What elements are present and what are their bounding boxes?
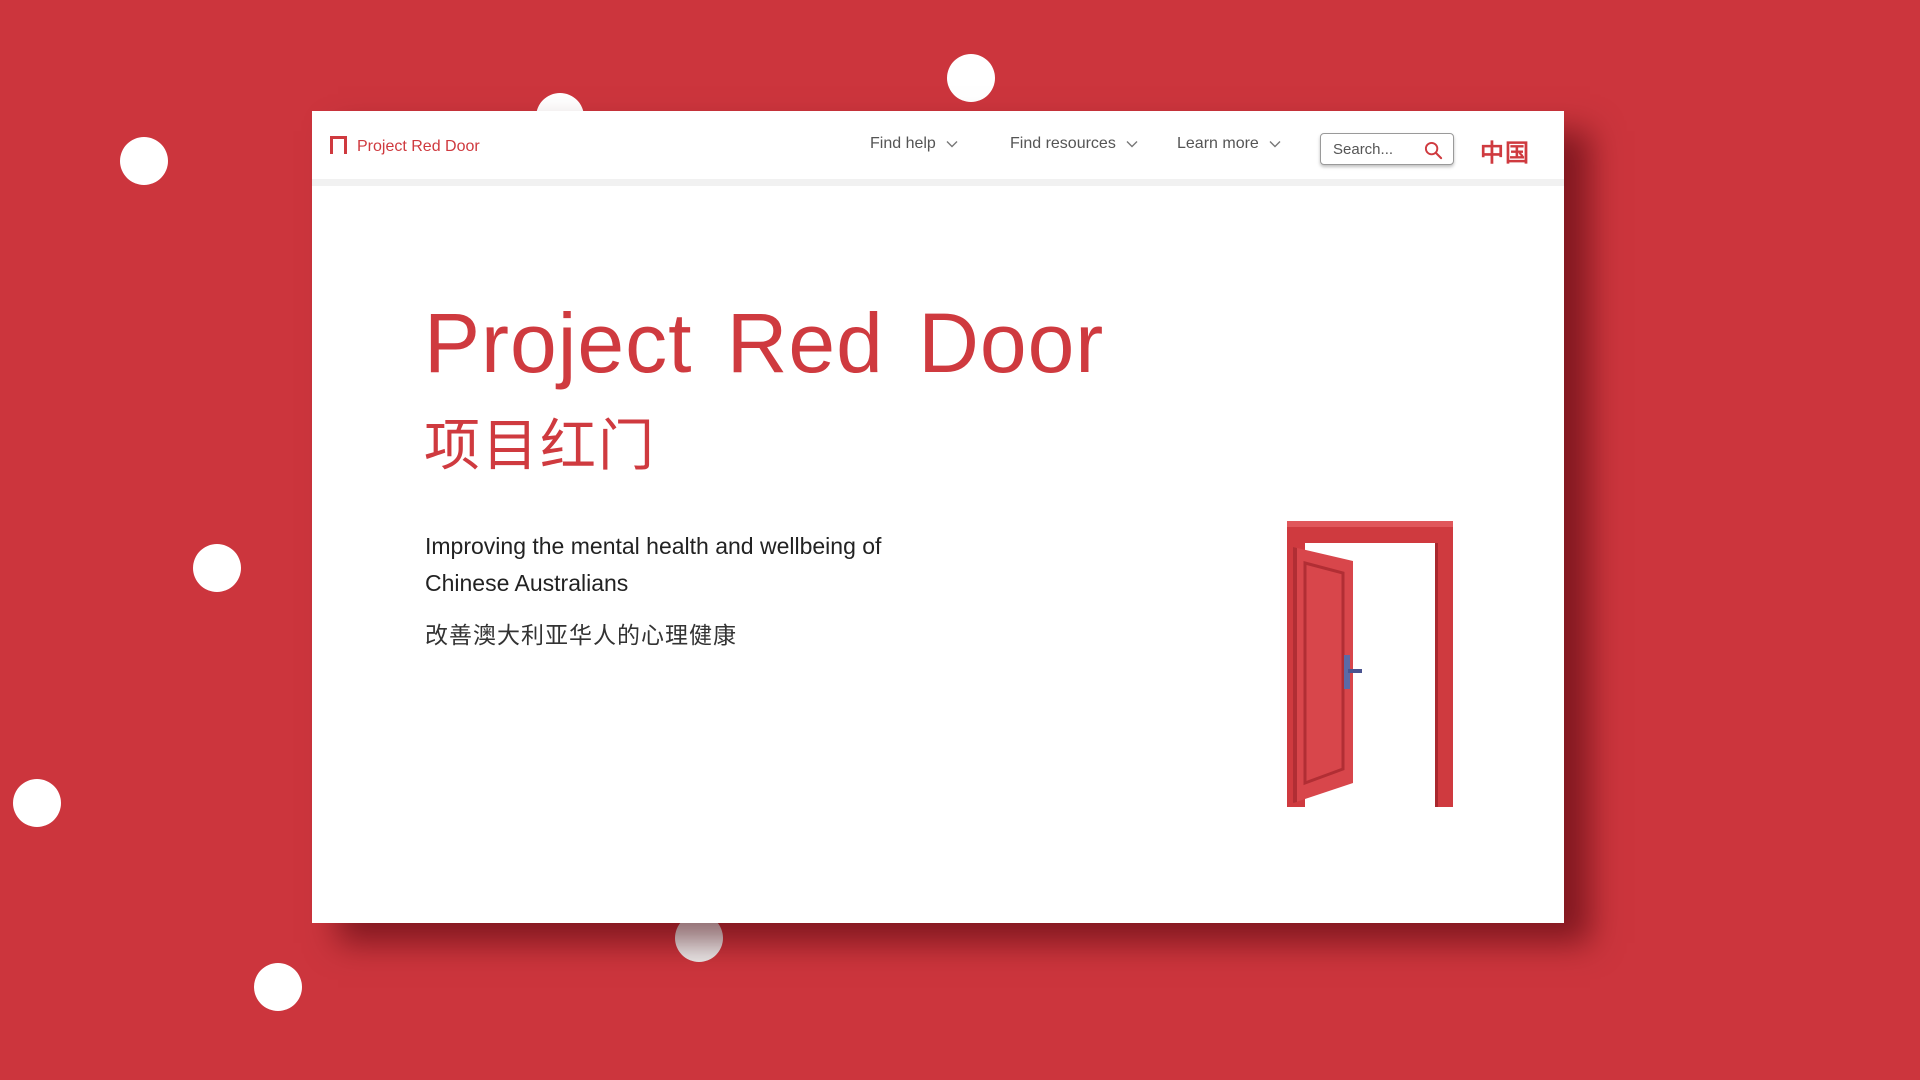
background-dot	[13, 779, 61, 827]
search-input[interactable]	[1331, 139, 1427, 159]
nav-find-resources[interactable]: Find resources	[1010, 135, 1138, 153]
hero-tagline-chinese: 改善澳大利亚华人的心理健康	[425, 622, 737, 648]
hero-title: Project Red Door	[424, 296, 1105, 390]
door-frame-icon	[330, 136, 347, 154]
background-dot	[947, 54, 995, 102]
background-dot	[193, 544, 241, 592]
open-door-illustration	[1287, 521, 1453, 807]
nav-find-help[interactable]: Find help	[870, 135, 958, 153]
brand-logo[interactable]: Project Red Door	[330, 136, 480, 156]
chevron-down-icon	[946, 141, 958, 148]
nav-learn-more[interactable]: Learn more	[1177, 135, 1281, 153]
presentation-slide: Project Red Door Find help Find resource…	[0, 0, 1920, 1080]
nav-learn-more-label: Learn more	[1177, 135, 1259, 152]
nav-find-resources-label: Find resources	[1010, 135, 1116, 152]
nav-find-help-label: Find help	[870, 135, 936, 152]
search-icon[interactable]	[1424, 141, 1443, 160]
navbar: Project Red Door Find help Find resource…	[312, 111, 1564, 186]
chevron-down-icon	[1269, 141, 1281, 148]
chevron-down-icon	[1126, 141, 1138, 148]
search-box	[1320, 133, 1454, 165]
brand-name: Project Red Door	[357, 138, 480, 155]
background-dot	[254, 963, 302, 1011]
background-dot	[120, 137, 168, 185]
language-toggle[interactable]: 中国	[1480, 133, 1530, 168]
website-window: Project Red Door Find help Find resource…	[312, 111, 1564, 923]
hero-tagline: Improving the mental health and wellbein…	[425, 533, 882, 596]
hero-title-chinese: 项目红门	[424, 414, 656, 477]
